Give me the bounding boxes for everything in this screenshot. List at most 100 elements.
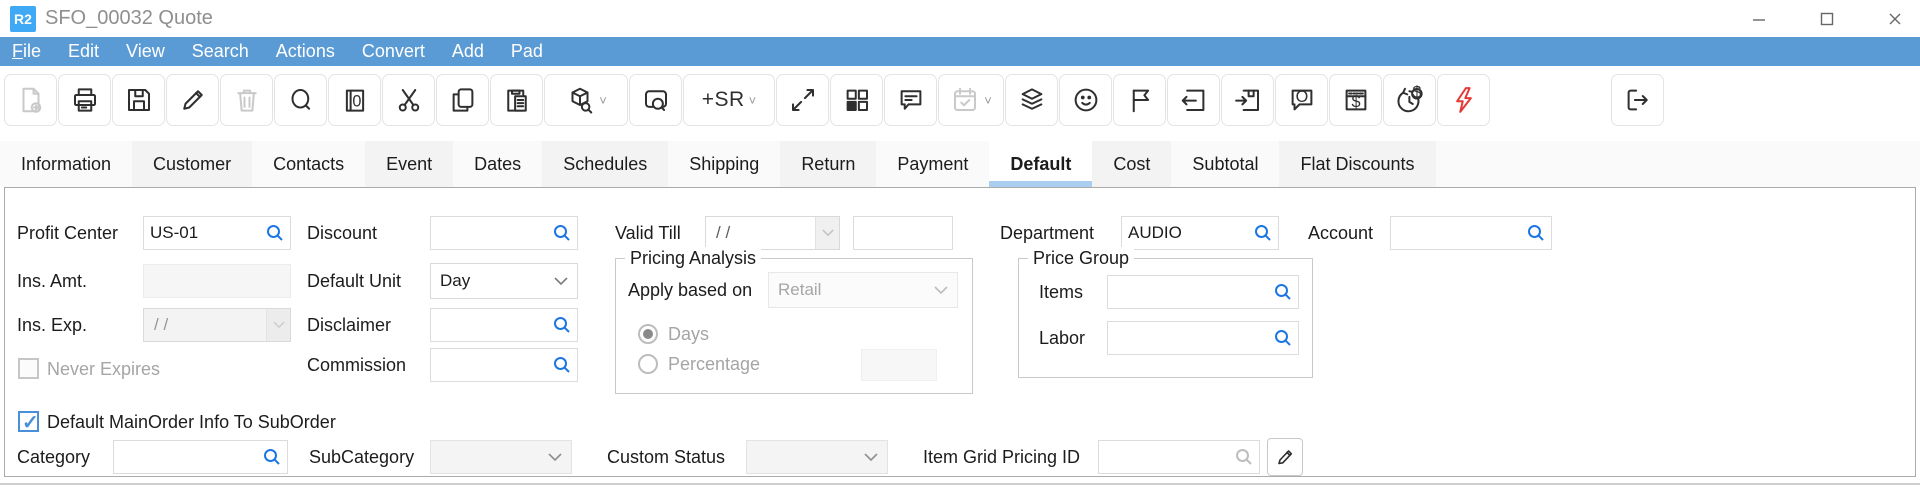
- flag-button[interactable]: [1113, 74, 1166, 126]
- tab-default[interactable]: Default: [989, 141, 1092, 187]
- new-quote-button[interactable]: [4, 74, 57, 126]
- menu-edit[interactable]: Edit: [68, 37, 99, 66]
- quick-actions-button[interactable]: [1437, 74, 1490, 126]
- tab-contacts[interactable]: Contacts: [252, 141, 365, 187]
- commission-label: Commission: [307, 348, 406, 382]
- window-controls: [1752, 0, 1902, 37]
- minimize-icon: [1752, 12, 1766, 26]
- lookup-search-icon[interactable]: [552, 355, 572, 375]
- tab-event[interactable]: Event: [365, 141, 453, 187]
- copy-zero-icon: 0: [340, 85, 370, 115]
- find-button[interactable]: [274, 74, 327, 126]
- profit-center-field: [143, 216, 291, 250]
- lookup-search-icon[interactable]: [1253, 223, 1273, 243]
- order-comment-button[interactable]: O: [1275, 74, 1328, 126]
- trash-icon: [232, 85, 262, 115]
- never-expires-checkbox: [18, 358, 39, 379]
- lookup-search-icon[interactable]: [262, 447, 282, 467]
- item-search-button[interactable]: ˅: [544, 74, 628, 126]
- lookup-search-icon[interactable]: [1526, 223, 1546, 243]
- price-group-labor-input[interactable]: [1108, 322, 1273, 354]
- department-label: Department: [1000, 216, 1094, 250]
- menu-convert[interactable]: Convert: [362, 37, 425, 66]
- lookup-search-icon[interactable]: [552, 223, 572, 243]
- item-grid-pricing-id-input[interactable]: [1099, 441, 1234, 473]
- ship-order-button[interactable]: [1221, 74, 1274, 126]
- expand-button[interactable]: [776, 74, 829, 126]
- subcategory-select[interactable]: [430, 440, 572, 474]
- account-input[interactable]: [1391, 217, 1526, 249]
- tab-subtotal[interactable]: Subtotal: [1171, 141, 1279, 187]
- cut-button[interactable]: [382, 74, 435, 126]
- lookup-search-icon[interactable]: [552, 315, 572, 335]
- layout-grid-button[interactable]: [830, 74, 883, 126]
- menu-pad[interactable]: Pad: [511, 37, 543, 66]
- discount-field: [430, 216, 578, 250]
- percentage-radio: [638, 354, 658, 374]
- tab-return[interactable]: Return: [780, 141, 876, 187]
- layers-button[interactable]: [1005, 74, 1058, 126]
- valid-till-dropdown-button[interactable]: [815, 217, 839, 249]
- menu-file[interactable]: File: [12, 37, 41, 66]
- valid-till-extra-input[interactable]: [854, 217, 952, 249]
- tab-cost[interactable]: Cost: [1092, 141, 1171, 187]
- tab-dates[interactable]: Dates: [453, 141, 542, 187]
- return-order-button[interactable]: [1167, 74, 1220, 126]
- chevron-down-icon[interactable]: ˅: [749, 94, 757, 107]
- default-unit-select[interactable]: Day: [430, 263, 578, 299]
- tab-information[interactable]: Information: [0, 141, 132, 187]
- menu-actions[interactable]: Actions: [276, 37, 335, 66]
- tab-customer[interactable]: Customer: [132, 141, 252, 187]
- price-group-items-input[interactable]: [1108, 276, 1273, 308]
- notes-button[interactable]: [884, 74, 937, 126]
- comment-o-icon: O: [1287, 85, 1317, 115]
- delete-button[interactable]: [220, 74, 273, 126]
- days-radio: [638, 324, 658, 344]
- discount-input[interactable]: [431, 217, 552, 249]
- menu-search[interactable]: Search: [192, 37, 249, 66]
- lookup-search-icon[interactable]: [265, 223, 285, 243]
- valid-till-date-value[interactable]: / /: [706, 217, 815, 249]
- lookup-search-icon[interactable]: [1273, 328, 1293, 348]
- contact-button[interactable]: [1059, 74, 1112, 126]
- tab-payment[interactable]: Payment: [876, 141, 989, 187]
- minimize-button[interactable]: [1752, 12, 1766, 26]
- commission-input[interactable]: [431, 349, 552, 381]
- copy-item-button[interactable]: 0: [328, 74, 381, 126]
- smiley-icon: [1071, 85, 1101, 115]
- department-input[interactable]: [1122, 217, 1253, 249]
- duplicate-button[interactable]: [436, 74, 489, 126]
- tab-flat-discounts[interactable]: Flat Discounts: [1279, 141, 1435, 187]
- menu-view[interactable]: View: [126, 37, 165, 66]
- exit-icon: [1623, 85, 1653, 115]
- view-search-button[interactable]: [629, 74, 682, 126]
- lightning-icon: [1449, 85, 1479, 115]
- menu-add[interactable]: Add: [452, 37, 484, 66]
- box-search-icon: [565, 85, 595, 115]
- chevron-down-icon[interactable]: ˅: [984, 94, 992, 107]
- close-button[interactable]: [1888, 12, 1902, 26]
- grid-icon: [842, 85, 872, 115]
- svg-text:$: $: [1412, 85, 1421, 102]
- save-button[interactable]: [112, 74, 165, 126]
- exit-button[interactable]: [1611, 74, 1664, 126]
- edit-pricing-id-button[interactable]: [1267, 438, 1303, 476]
- add-subrental-button[interactable]: +SR ˅: [683, 74, 775, 126]
- print-button[interactable]: [58, 74, 111, 126]
- billing-button[interactable]: $: [1329, 74, 1382, 126]
- chevron-down-icon[interactable]: ˅: [599, 94, 607, 107]
- tab-schedules[interactable]: Schedules: [542, 141, 668, 187]
- lookup-search-icon[interactable]: [1273, 282, 1293, 302]
- disclaimer-input[interactable]: [431, 309, 552, 341]
- paste-button[interactable]: [490, 74, 543, 126]
- default-mainorder-checkbox[interactable]: [18, 411, 39, 432]
- profit-center-input[interactable]: [144, 217, 265, 249]
- edit-button[interactable]: [166, 74, 219, 126]
- schedule-button[interactable]: ˅: [938, 74, 1004, 126]
- maximize-button[interactable]: [1820, 12, 1834, 26]
- tab-shipping[interactable]: Shipping: [668, 141, 780, 187]
- custom-status-select[interactable]: [746, 440, 888, 474]
- recurring-billing-button[interactable]: $: [1383, 74, 1436, 126]
- category-input[interactable]: [114, 441, 262, 473]
- pencil-icon: [178, 85, 208, 115]
